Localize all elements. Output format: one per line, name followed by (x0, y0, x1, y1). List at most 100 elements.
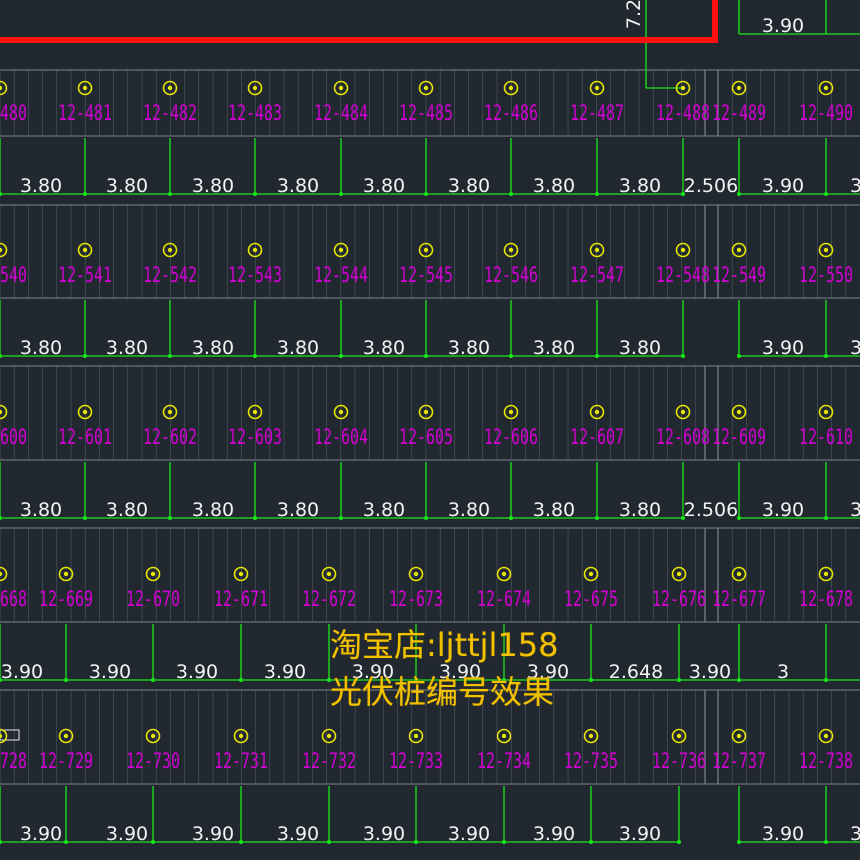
pile-marker-dot (167, 85, 173, 91)
dimension-value: 3.80 (106, 175, 148, 197)
pile-number-label: 12-544 (314, 263, 368, 287)
dimension-tick-dot (824, 354, 828, 358)
dimension-value: 3.80 (448, 499, 490, 521)
pile: 12-489 (712, 80, 766, 125)
pile: 12-481 (58, 80, 112, 125)
pile: 12-541 (58, 242, 112, 287)
pile-marker-dot (63, 571, 69, 577)
pile-marker-dot (150, 571, 156, 577)
pile-number-label: 12-734 (477, 749, 531, 773)
dimension-value: 3.80 (20, 337, 62, 359)
pile-marker-dot (252, 247, 258, 253)
dimension-value: 2.506 (684, 499, 738, 521)
dimension-value: 3.80 (192, 175, 234, 197)
dimension-tick-dot (151, 840, 155, 844)
pile-marker-dot (338, 85, 344, 91)
pile-number-label: 12-608 (656, 425, 710, 449)
dimension-tick-dot (737, 840, 741, 844)
pile-number-label: 12-675 (564, 587, 618, 611)
pile-marker-dot (423, 409, 429, 415)
pile: 12-607 (570, 404, 624, 449)
pile-number-label: 12-488 (656, 101, 710, 125)
pile: 12-608 (656, 404, 710, 449)
dimension-tick-dot (509, 192, 513, 196)
dimension-value: 3 (777, 661, 789, 683)
pile-marker-dot (63, 733, 69, 739)
dimension-tick-dot (509, 354, 513, 358)
pile-number-label: 12-602 (143, 425, 197, 449)
dimension-value: 3.90 (689, 661, 731, 683)
dimension-tick-dot (677, 678, 681, 682)
dimension-value: 3.80 (363, 499, 405, 521)
dimension-tick-dot (589, 678, 593, 682)
pile-marker-dot (588, 571, 594, 577)
dimension-tick-dot (83, 192, 87, 196)
pile-number-label: 12-489 (712, 101, 766, 125)
pile: 12-738 (799, 728, 853, 773)
pile-marker-dot (423, 85, 429, 91)
dimension-value: 3.80 (106, 337, 148, 359)
pile-marker-dot (338, 409, 344, 415)
pile: 12-550 (799, 242, 853, 287)
dimension-tick-dot (327, 840, 331, 844)
dimension-tick-dot (168, 192, 172, 196)
pile-number-label: 12-678 (799, 587, 853, 611)
dimension-value: 3.80 (363, 337, 405, 359)
pile: 12-484 (314, 80, 368, 125)
pile-marker-dot (252, 85, 258, 91)
pile-marker-dot (82, 409, 88, 415)
pile-number-label: 12-601 (58, 425, 112, 449)
pv-pile-layout-drawing[interactable]: 3.80 3.80 3.80 3.80 3.80 3.80 3.80 3.80 2.506 3.9… (0, 0, 860, 860)
dimension-value: 3 (850, 499, 860, 521)
pile-number-label: 12-677 (712, 587, 766, 611)
dimension-tick-dot (589, 840, 593, 844)
pile: 12-676 (652, 566, 706, 611)
pile: 12-603 (228, 404, 282, 449)
pile-number-label: 12-606 (484, 425, 538, 449)
pile: 12-549 (712, 242, 766, 287)
pile-marker-dot (0, 409, 3, 415)
pile-number-label: 12-484 (314, 101, 368, 125)
pile-marker-dot (252, 409, 258, 415)
pile: 12-678 (799, 566, 853, 611)
dimension-tick-dot (595, 192, 599, 196)
dimension-tick-dot (239, 840, 243, 844)
pile: 12-674 (477, 566, 531, 611)
pile-marker-dot (0, 247, 3, 253)
dimension-tick-dot (83, 354, 87, 358)
dimension-value: 3 (850, 175, 860, 197)
pile: 12-730 (126, 728, 180, 773)
pile-number-label: 12-672 (302, 587, 356, 611)
pile-marker-dot (508, 85, 514, 91)
dimension-tick-dot (253, 516, 257, 520)
pile-marker-dot (736, 247, 742, 253)
pile-marker-dot (823, 409, 829, 415)
dimension-tick-dot (168, 516, 172, 520)
pile: 12-490 (799, 80, 853, 125)
pile-number-label: 12-543 (228, 263, 282, 287)
pile: 12-605 (399, 404, 453, 449)
pile-marker-dot (82, 85, 88, 91)
pile-number-label: 12-610 (799, 425, 853, 449)
dimension-value: 3.90 (176, 661, 218, 683)
pile-marker-dot (238, 571, 244, 577)
pile: 12-609 (712, 404, 766, 449)
dimension-value: 3.80 (20, 499, 62, 521)
dimension-value: 3.90 (1, 661, 43, 683)
cad-viewport[interactable]: 3.80 3.80 3.80 3.80 3.80 3.80 3.80 3.80 2.506 3.9… (0, 0, 860, 860)
pile-number-label: 12-541 (58, 263, 112, 287)
dimension-tick-dot (339, 516, 343, 520)
pile-number-label: 12-487 (570, 101, 624, 125)
pile: 12-735 (564, 728, 618, 773)
dimension-value: 3.90 (762, 499, 804, 521)
pile: 12-733 (389, 728, 443, 773)
dimension-value: 3.80 (192, 499, 234, 521)
pile-marker-dot (326, 733, 332, 739)
dimension-value: 3.80 (533, 499, 575, 521)
dimension-layer: 3.80 3.80 3.80 3.80 3.80 3.80 3.80 3.80 2.506 3.9… (0, 0, 860, 845)
pile-marker-dot (150, 733, 156, 739)
pile: 12-734 (477, 728, 531, 773)
dimension-value: 3.80 (619, 175, 661, 197)
boundary-layer (0, 0, 718, 43)
pile: 12-546 (484, 242, 538, 287)
